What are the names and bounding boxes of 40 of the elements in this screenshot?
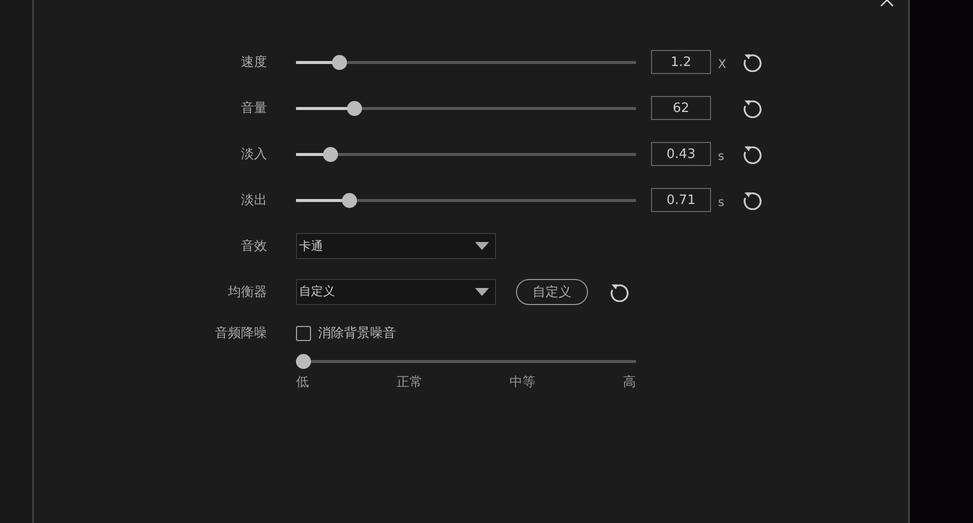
dropdown-arrow-icon — [475, 242, 489, 250]
slider-thumb[interactable] — [296, 354, 311, 368]
setting-label: 音频降噪 — [214, 325, 267, 342]
tick-label: 中等 — [510, 374, 536, 391]
unit-label: X — [718, 56, 728, 71]
tick-label: 正常 — [396, 374, 422, 391]
slider-thumb[interactable] — [332, 54, 347, 70]
reset-icon[interactable] — [610, 282, 630, 302]
slider[interactable] — [296, 54, 636, 70]
reset-icon[interactable] — [743, 52, 763, 72]
setting-label: 音量 — [240, 100, 267, 117]
setting-label: 均衡器 — [227, 284, 267, 300]
slider[interactable] — [296, 354, 636, 368]
value-field[interactable]: 62 — [651, 96, 711, 120]
slider[interactable] — [296, 192, 636, 208]
slider[interactable] — [296, 100, 636, 116]
setting-label: 淡出 — [240, 192, 267, 209]
setting-label: 音效 — [240, 238, 267, 255]
unit-label: s — [718, 194, 726, 209]
reset-icon[interactable] — [743, 190, 763, 210]
customize-button[interactable]: 自定义 — [516, 278, 588, 304]
slider-thumb[interactable] — [342, 192, 357, 208]
slider-thumb[interactable] — [346, 100, 362, 116]
slider-thumb[interactable] — [322, 146, 338, 162]
setting-label: 淡入 — [240, 146, 267, 163]
setting-label: 速度 — [240, 54, 267, 71]
value-field[interactable]: 1.2 — [651, 50, 711, 74]
dropdown-arrow-icon — [475, 288, 489, 296]
reset-icon[interactable] — [743, 98, 763, 118]
reset-icon[interactable] — [743, 144, 763, 164]
value-field[interactable]: 0.43 — [651, 142, 711, 166]
tick-label: 高 — [622, 374, 636, 391]
value-field[interactable]: 0.71 — [651, 188, 711, 212]
checkbox-label: 消除背景噪音 — [318, 325, 396, 342]
dropdown[interactable]: 自定义 — [296, 278, 496, 304]
slider[interactable] — [296, 146, 636, 162]
dropdown[interactable]: 卡通 — [296, 233, 496, 259]
tick-label: 低 — [296, 374, 309, 391]
unit-label: s — [718, 148, 726, 163]
checkbox[interactable] — [296, 326, 311, 340]
